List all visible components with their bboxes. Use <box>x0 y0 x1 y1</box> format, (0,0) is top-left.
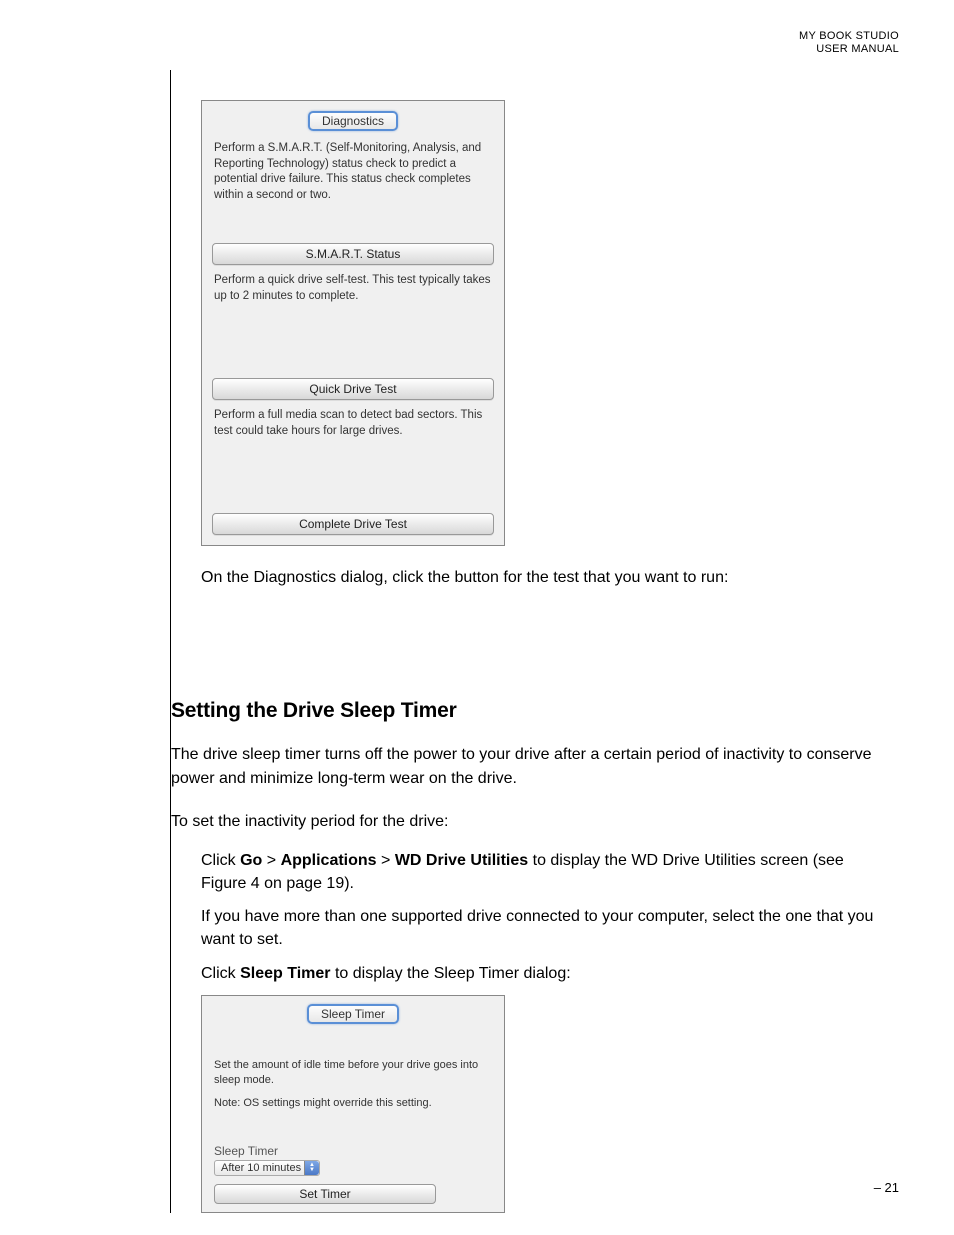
sleep-dialog-text2: Note: OS settings might override this se… <box>202 1094 504 1117</box>
sleep-timer-dialog: Sleep Timer Set the amount of idle time … <box>201 995 505 1214</box>
step-1: Click Go > Applications > WD Drive Utili… <box>201 849 891 895</box>
document-header: MY BOOK STUDIO USER MANUAL <box>799 30 899 56</box>
complete-test-desc: Perform a full media scan to detect bad … <box>202 406 504 445</box>
header-line2: USER MANUAL <box>816 43 899 55</box>
step1-go: Go <box>240 852 262 869</box>
page-number: – 21 <box>874 1180 899 1195</box>
sleep-timer-dropdown[interactable]: After 10 minutes ▲▼ <box>214 1160 320 1176</box>
step-2: If you have more than one supported driv… <box>201 905 891 951</box>
smart-status-button[interactable]: S.M.A.R.T. Status <box>212 243 494 265</box>
step1-sep1: > <box>262 852 280 869</box>
step3-post: to display the Sleep Timer dialog: <box>331 965 571 982</box>
diagnostics-tab[interactable]: Diagnostics <box>308 111 398 131</box>
smart-desc: Perform a S.M.A.R.T. (Self-Monitoring, A… <box>202 139 504 209</box>
diagnostics-caption: On the Diagnostics dialog, click the but… <box>201 566 891 589</box>
step1-wd-utilities: WD Drive Utilities <box>395 852 528 869</box>
chevron-updown-icon: ▲▼ <box>304 1161 319 1175</box>
section-heading-sleep-timer: Setting the Drive Sleep Timer <box>171 699 901 723</box>
step-3: Click Sleep Timer to display the Sleep T… <box>201 962 891 985</box>
step3-pre: Click <box>201 965 240 982</box>
diagnostics-dialog: Diagnostics Perform a S.M.A.R.T. (Self-M… <box>201 100 505 546</box>
step1-sep2: > <box>377 852 395 869</box>
sleep-desc-para: The drive sleep timer turns off the powe… <box>171 743 891 789</box>
header-line1: MY BOOK STUDIO <box>799 30 899 42</box>
set-timer-button[interactable]: Set Timer <box>214 1184 436 1204</box>
sleep-intro-para: To set the inactivity period for the dri… <box>171 810 891 833</box>
sleep-timer-tab[interactable]: Sleep Timer <box>307 1004 399 1024</box>
quick-drive-test-button[interactable]: Quick Drive Test <box>212 378 494 400</box>
step1-applications: Applications <box>281 852 377 869</box>
dropdown-value: After 10 minutes <box>221 1162 301 1174</box>
sleep-timer-label: Sleep Timer <box>202 1142 504 1158</box>
quick-test-desc: Perform a quick drive self-test. This te… <box>202 271 504 310</box>
content-column: Diagnostics Perform a S.M.A.R.T. (Self-M… <box>170 70 901 1213</box>
sleep-dialog-text1: Set the amount of idle time before your … <box>202 1056 504 1094</box>
step3-sleep-timer: Sleep Timer <box>240 965 330 982</box>
step1-pre: Click <box>201 852 240 869</box>
complete-drive-test-button[interactable]: Complete Drive Test <box>212 513 494 535</box>
